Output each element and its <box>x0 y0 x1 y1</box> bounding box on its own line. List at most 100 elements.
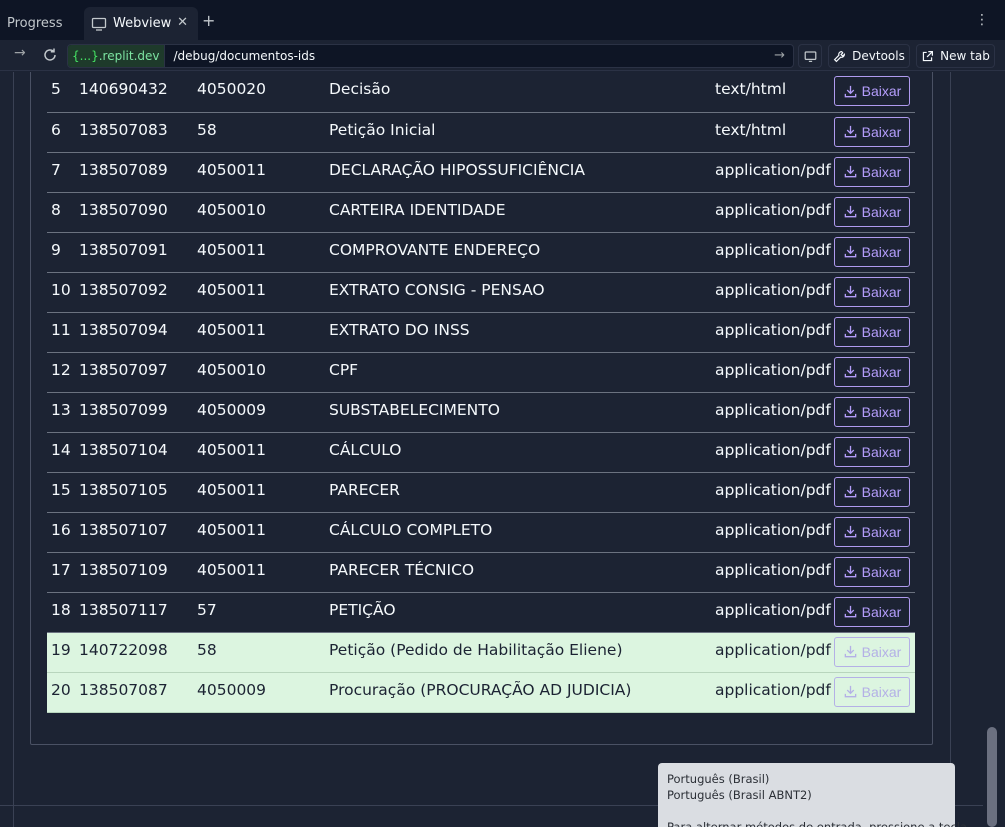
row-number: 16 <box>47 512 79 553</box>
close-tab-icon[interactable]: ✕ <box>177 15 188 30</box>
action-cell: Baixar <box>834 112 915 153</box>
screen-size-button[interactable] <box>798 44 822 68</box>
action-cell: Baixar <box>834 432 915 473</box>
devtools-button[interactable]: Devtools <box>828 44 910 68</box>
document-type-code: 4050009 <box>197 672 329 713</box>
more-options-icon[interactable]: ⋮ <box>975 12 989 28</box>
action-cell: Baixar <box>834 592 915 633</box>
document-id: 138507083 <box>79 112 197 153</box>
tab-progress-label: Progress <box>7 16 63 31</box>
document-type-code: 58 <box>197 632 329 673</box>
document-name: CÁLCULO <box>329 432 715 473</box>
download-button-label: Baixar <box>861 523 902 540</box>
download-button[interactable]: Baixar <box>834 236 910 267</box>
scrollbar-thumb[interactable] <box>987 727 997 827</box>
action-cell: Baixar <box>834 72 915 113</box>
action-cell: Baixar <box>834 552 915 593</box>
document-type-code: 4050011 <box>197 272 329 313</box>
download-button[interactable]: Baixar <box>834 116 910 147</box>
document-id: 138507107 <box>79 512 197 553</box>
tab-progress[interactable]: Progress <box>7 7 62 40</box>
download-button[interactable]: Baixar <box>834 676 910 707</box>
download-button-label: Baixar <box>861 243 902 260</box>
download-icon <box>844 685 856 698</box>
document-name: EXTRATO DO INSS <box>329 312 715 353</box>
action-cell: Baixar <box>834 512 915 553</box>
ime-option-2[interactable]: Português (Brasil ABNT2) <box>667 787 946 803</box>
download-button-label: Baixar <box>861 403 902 420</box>
download-button[interactable]: Baixar <box>834 196 910 227</box>
go-arrow-icon[interactable]: → <box>774 48 785 63</box>
mime-type: application/pdf <box>715 392 834 433</box>
mime-type: application/pdf <box>715 432 834 473</box>
document-type-code: 4050011 <box>197 152 329 193</box>
replit-braces: {...} <box>72 49 99 63</box>
download-button[interactable]: Baixar <box>834 156 910 187</box>
mime-type: application/pdf <box>715 512 834 553</box>
tab-webview[interactable]: Webview ✕ <box>84 7 198 40</box>
document-id: 140722098 <box>79 632 197 673</box>
row-number: 8 <box>47 192 79 233</box>
document-id: 138507104 <box>79 432 197 473</box>
download-button[interactable]: Baixar <box>834 596 910 627</box>
download-button[interactable]: Baixar <box>834 516 910 547</box>
document-id: 138507109 <box>79 552 197 593</box>
url-input[interactable]: {...} .replit.dev /debug/documentos-ids → <box>67 44 794 68</box>
document-type-code: 4050020 <box>197 72 329 113</box>
reload-icon[interactable] <box>42 47 58 63</box>
forward-arrow-icon[interactable]: → <box>14 45 26 61</box>
download-button-label: Baixar <box>861 83 902 99</box>
download-icon <box>844 325 856 338</box>
download-button[interactable]: Baixar <box>834 356 910 387</box>
download-button[interactable]: Baixar <box>834 636 910 667</box>
document-type-code: 4050011 <box>197 312 329 353</box>
download-button[interactable]: Baixar <box>834 316 910 347</box>
table-row: 5 140690432 4050020 Decisão text/html Baixar <box>47 72 915 113</box>
row-number: 18 <box>47 592 79 633</box>
documents-table: 5 140690432 4050020 Decisão text/html Baixar 6… <box>47 72 915 713</box>
mime-type: text/html <box>715 112 834 153</box>
row-number: 13 <box>47 392 79 433</box>
action-cell: Baixar <box>834 192 915 233</box>
download-button[interactable]: Baixar <box>834 476 910 507</box>
download-button[interactable]: Baixar <box>834 556 910 587</box>
action-cell: Baixar <box>834 272 915 313</box>
table-row: 12 138507097 4050010 CPF application/pdf Baix… <box>47 352 915 393</box>
document-type-code: 4050011 <box>197 512 329 553</box>
devtools-label: Devtools <box>852 49 905 63</box>
download-button-label: Baixar <box>861 443 902 460</box>
download-icon <box>844 85 856 97</box>
external-link-icon <box>922 50 934 61</box>
action-cell: Baixar <box>834 152 915 193</box>
document-name: Petição Inicial <box>329 112 715 153</box>
scrollbar[interactable] <box>983 72 1005 827</box>
action-cell: Baixar <box>834 352 915 393</box>
download-button-label: Baixar <box>861 123 902 140</box>
download-icon <box>844 245 856 258</box>
document-id: 138507092 <box>79 272 197 313</box>
document-id: 138507089 <box>79 152 197 193</box>
download-button[interactable]: Baixar <box>834 76 910 106</box>
document-name: Decisão <box>329 72 715 113</box>
mime-type: application/pdf <box>715 472 834 513</box>
mime-type: application/pdf <box>715 632 834 673</box>
open-new-tab-button[interactable]: New tab <box>916 44 995 68</box>
action-cell: Baixar <box>834 392 915 433</box>
download-button[interactable]: Baixar <box>834 396 910 427</box>
document-type-code: 58 <box>197 112 329 153</box>
row-number: 7 <box>47 152 79 193</box>
row-number: 5 <box>47 72 79 113</box>
monitor-icon <box>91 17 107 31</box>
mime-type: application/pdf <box>715 592 834 633</box>
document-name: DECLARAÇÃO HIPOSSUFICIÊNCIA <box>329 152 715 193</box>
ime-option-1[interactable]: Português (Brasil) <box>667 771 946 787</box>
document-name: Procuração (PROCURAÇÃO AD JUDICIA) <box>329 672 715 713</box>
download-button-label: Baixar <box>861 603 902 620</box>
download-icon <box>844 565 856 578</box>
address-bar: → {...} .replit.dev /debug/documentos-ids… <box>0 40 1005 71</box>
download-button[interactable]: Baixar <box>834 436 910 467</box>
tab-webview-label: Webview <box>113 16 172 31</box>
download-button[interactable]: Baixar <box>834 276 910 307</box>
add-tab-icon[interactable]: + <box>202 11 215 30</box>
action-cell: Baixar <box>834 472 915 513</box>
